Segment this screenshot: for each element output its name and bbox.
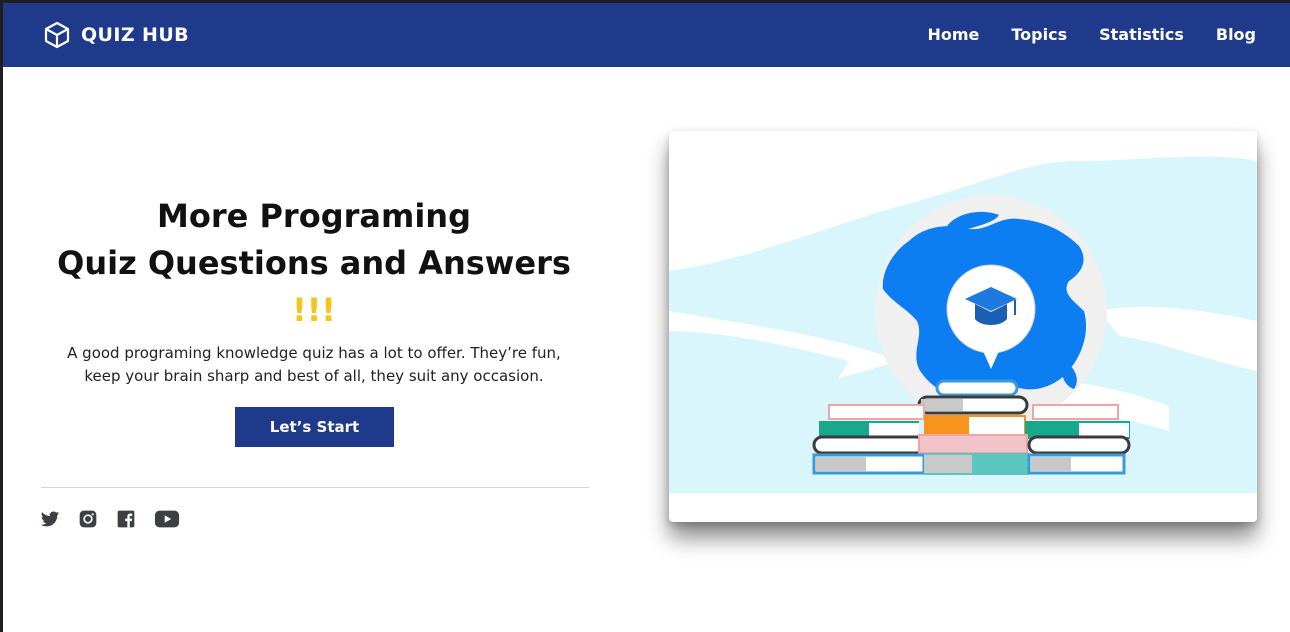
main-nav: Home Topics Statistics Blog	[895, 25, 1256, 44]
hero-section: More Programing Quiz Questions and Answe…	[40, 193, 588, 388]
divider	[41, 487, 589, 488]
nav-link-statistics[interactable]: Statistics	[1099, 25, 1184, 44]
globe-books-illustration	[669, 156, 1257, 494]
social-links	[40, 509, 198, 529]
hero-title-line2: Quiz Questions and Answers !!!	[40, 240, 588, 334]
hero-title-line2-text: Quiz Questions and Answers	[57, 244, 571, 282]
hero-illustration	[669, 131, 1257, 522]
navbar: QUIZ HUB Home Topics Statistics Blog	[3, 3, 1290, 67]
window-left-edge	[0, 0, 3, 632]
brand-logo[interactable]: QUIZ HUB	[43, 21, 189, 49]
hero-title-emphasis: !!!	[292, 291, 336, 329]
nav-link-topics[interactable]: Topics	[1011, 25, 1067, 44]
hero-title-line1: More Programing	[157, 197, 471, 235]
nav-link-home[interactable]: Home	[927, 25, 979, 44]
hero-title: More Programing Quiz Questions and Answe…	[40, 193, 588, 334]
hero-subtitle: A good programing knowledge quiz has a l…	[67, 344, 561, 385]
lets-start-button[interactable]: Let’s Start	[235, 407, 394, 447]
twitter-icon[interactable]	[40, 509, 60, 529]
nav-link-blog[interactable]: Blog	[1216, 25, 1256, 44]
brand-name: QUIZ HUB	[81, 24, 190, 46]
instagram-icon[interactable]	[78, 509, 98, 529]
youtube-icon[interactable]	[154, 509, 180, 529]
facebook-icon[interactable]	[116, 509, 136, 529]
cube-icon	[43, 21, 71, 49]
